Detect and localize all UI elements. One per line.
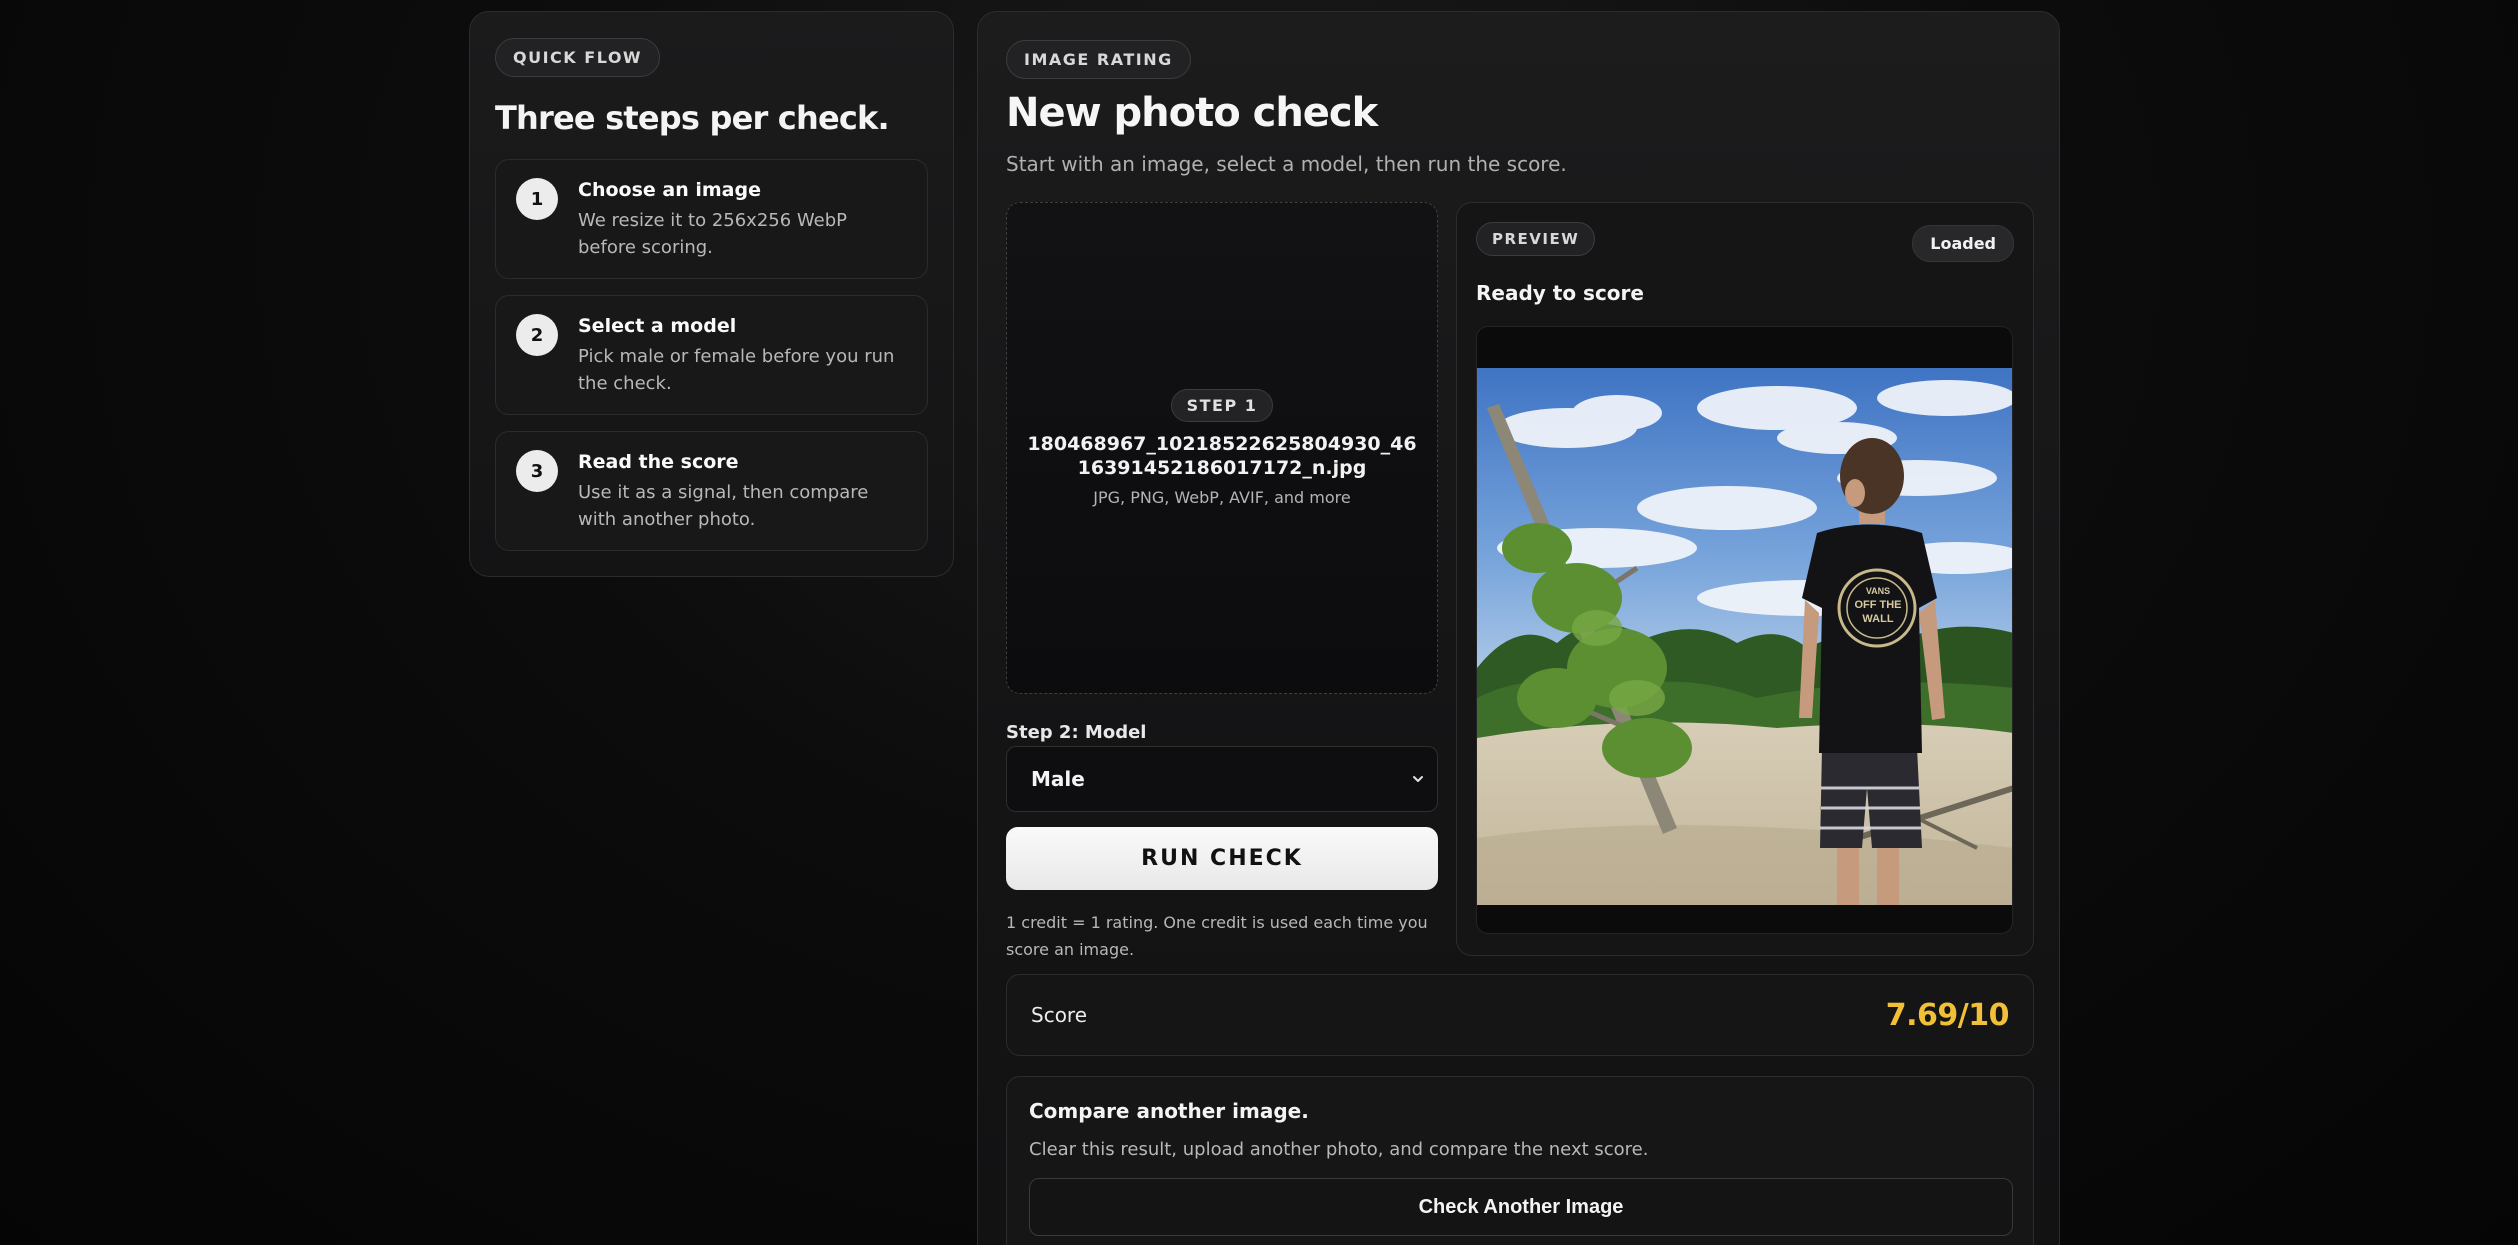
- image-rating-card: IMAGE RATING New photo check Start with …: [977, 11, 2060, 1245]
- model-selected-value: Male: [1031, 767, 1085, 791]
- step-card-3: 3 Read the score Use it as a signal, the…: [495, 431, 928, 551]
- step-description: We resize it to 256x256 WebP before scor…: [578, 210, 847, 258]
- preview-card: PREVIEW Loaded Ready to score VANS OFF T…: [1456, 202, 2034, 956]
- photo-frame: VANS OFF THE WALL: [1476, 326, 2013, 934]
- compare-panel: Compare another image. Clear this result…: [1006, 1076, 2034, 1245]
- shirt-text: VANS OFF THE WALL: [1854, 586, 1902, 625]
- quick-flow-title: Three steps per check.: [495, 99, 890, 137]
- model-select[interactable]: Male: [1006, 746, 1438, 812]
- credit-note: 1 credit = 1 rating. One credit is used …: [1006, 913, 1428, 959]
- page-subtitle: Start with an image, select a model, the…: [1006, 152, 1567, 176]
- run-check-button[interactable]: RUN CHECK: [1006, 827, 1438, 890]
- step-number-badge: 3: [516, 450, 558, 492]
- compare-description: Clear this result, upload another photo,…: [1029, 1139, 1649, 1160]
- score-label: Score: [1031, 1003, 1088, 1027]
- preview-photo: [1477, 368, 2012, 905]
- step-description: Use it as a signal, then compare with an…: [578, 482, 869, 530]
- compare-title: Compare another image.: [1029, 1099, 1309, 1123]
- step-heading: Choose an image: [578, 179, 761, 201]
- step-number-badge: 2: [516, 314, 558, 356]
- status-badge: Loaded: [1912, 225, 2014, 262]
- chevron-down-icon: [1413, 776, 1423, 782]
- step-number-badge: 1: [516, 178, 558, 220]
- preview-status: Ready to score: [1476, 281, 1644, 305]
- quick-flow-card: QUICK FLOW Three steps per check. 1 Choo…: [469, 11, 954, 577]
- step-card-1: 1 Choose an image We resize it to 256x25…: [495, 159, 928, 279]
- selected-filename: 180468967_10218522625804930_461639145218…: [1027, 433, 1417, 479]
- step-description: Pick male or female before you run the c…: [578, 346, 895, 394]
- step-heading: Read the score: [578, 451, 739, 473]
- image-rating-pill: IMAGE RATING: [1006, 40, 1191, 79]
- preview-pill: PREVIEW: [1476, 222, 1596, 256]
- supported-formats: JPG, PNG, WebP, AVIF, and more: [1093, 488, 1351, 507]
- check-another-image-button[interactable]: Check Another Image: [1029, 1178, 2013, 1236]
- step-heading: Select a model: [578, 315, 737, 337]
- image-upload-dropzone[interactable]: STEP 1 180468967_10218522625804930_46163…: [1006, 202, 1438, 694]
- quick-flow-pill: QUICK FLOW: [495, 38, 661, 77]
- score-panel: Score 7.69/10: [1006, 974, 2034, 1056]
- step-card-2: 2 Select a model Pick male or female bef…: [495, 295, 928, 415]
- step-1-pill: STEP 1: [1170, 389, 1274, 422]
- model-label: Step 2: Model: [1006, 722, 1147, 743]
- score-value: 7.69/10: [1885, 997, 2010, 1033]
- page-title: New photo check: [1006, 90, 1378, 136]
